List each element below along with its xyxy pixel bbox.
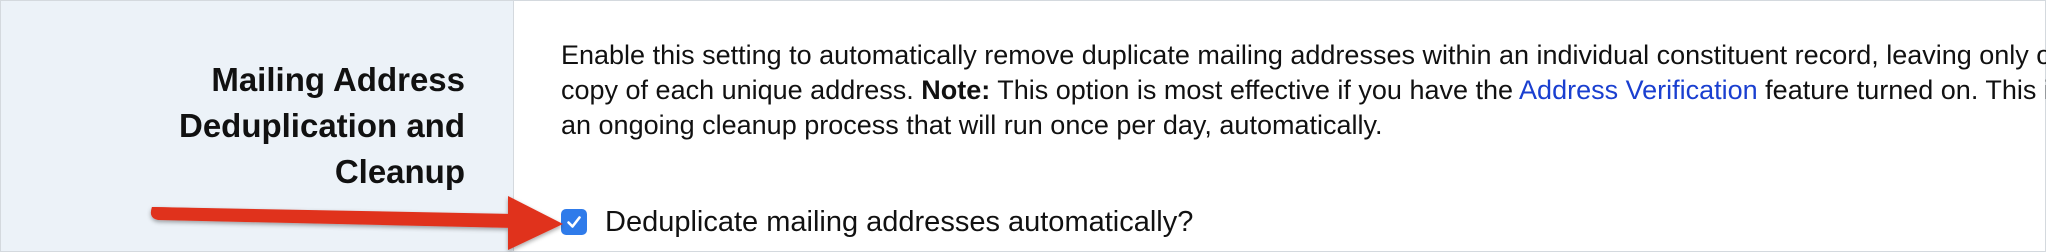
description-text-2: This option is most effective if you hav… (990, 75, 1520, 105)
note-label: Note: (921, 75, 991, 105)
setting-description: Enable this setting to automatically rem… (561, 38, 2046, 143)
section-title: Mailing Address Deduplication and Cleanu… (178, 61, 465, 190)
settings-panel: Mailing Address Deduplication and Cleanu… (0, 0, 2046, 252)
checkmark-icon (567, 216, 581, 228)
deduplicate-checkbox-label: Deduplicate mailing addresses automatica… (605, 206, 1194, 238)
deduplicate-checkbox-row[interactable]: Deduplicate mailing addresses automatica… (561, 205, 1193, 239)
settings-label-column: Mailing Address Deduplication and Cleanu… (1, 1, 514, 251)
settings-content-column: Enable this setting to automatically rem… (514, 1, 2046, 251)
deduplicate-checkbox[interactable] (561, 209, 587, 235)
address-verification-link[interactable]: Address Verification (1519, 75, 1758, 105)
